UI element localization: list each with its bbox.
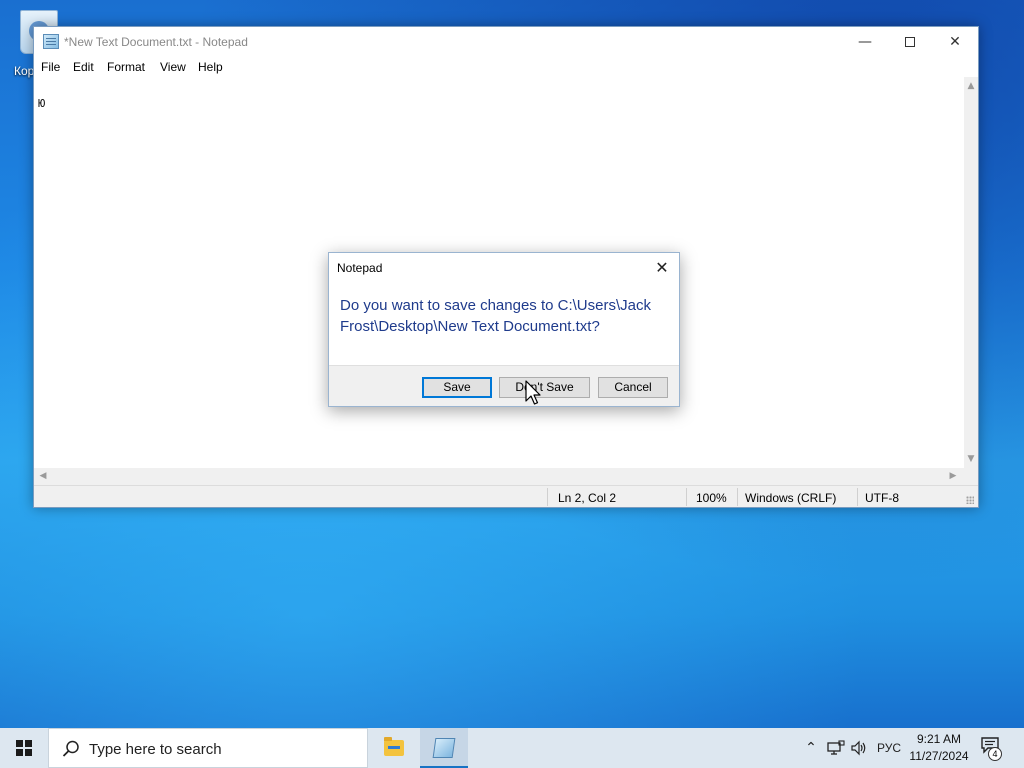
scroll-corner — [964, 468, 978, 485]
mouse-cursor-icon — [525, 380, 541, 405]
clock-time: 9:21 AM — [916, 732, 962, 746]
clock[interactable]: 9:21 AM 11/27/2024 — [906, 731, 972, 765]
show-hidden-icons-button[interactable]: ⌃ — [800, 728, 822, 768]
maximize-icon — [905, 37, 915, 47]
status-divider — [547, 488, 548, 506]
status-divider — [737, 488, 738, 506]
minimize-button[interactable]: — — [842, 27, 888, 57]
notification-count-badge: 4 — [988, 747, 1002, 761]
dialog-message: Do you want to save changes to C:\Users\… — [340, 297, 651, 335]
editor-content: Ю — [38, 97, 46, 111]
menu-file[interactable]: File — [41, 60, 60, 74]
dialog-title: Notepad — [337, 261, 383, 275]
status-position: Ln 2, Col 2 — [558, 491, 617, 505]
save-changes-dialog: Notepad ✕ Do you want to save changes to… — [328, 252, 680, 407]
start-button[interactable] — [0, 728, 48, 768]
notepad-icon — [43, 34, 59, 49]
resize-grip[interactable] — [966, 496, 974, 504]
dialog-close-button[interactable]: ✕ — [645, 253, 679, 283]
status-encoding: UTF-8 — [865, 491, 899, 505]
scroll-left-icon[interactable]: ◀ — [36, 468, 50, 485]
menu-bar: File Edit Format View Help — [34, 57, 978, 77]
folder-icon — [384, 737, 404, 756]
menu-format[interactable]: Format — [107, 60, 145, 74]
search-icon — [62, 740, 79, 757]
scroll-up-icon[interactable]: ▲ — [964, 79, 978, 93]
search-box[interactable]: Type here to search — [48, 728, 368, 768]
input-language-indicator[interactable]: РУС — [872, 728, 906, 768]
taskbar: Type here to search ⌃ РУС 9:21 AM 11/27/… — [0, 728, 1024, 768]
windows-logo-icon — [16, 740, 32, 756]
status-zoom: 100% — [696, 491, 727, 505]
taskbar-notepad[interactable] — [420, 728, 468, 768]
taskbar-file-explorer[interactable] — [370, 728, 418, 768]
dialog-button-bar: Save Don't Save Cancel — [329, 365, 679, 406]
volume-icon[interactable] — [848, 728, 870, 768]
scroll-down-icon[interactable]: ▼ — [964, 452, 978, 466]
menu-help[interactable]: Help — [198, 60, 223, 74]
title-bar[interactable]: *New Text Document.txt - Notepad — ✕ — [34, 27, 978, 57]
horizontal-scrollbar[interactable]: ◀ ▶ — [34, 468, 964, 485]
scroll-right-icon[interactable]: ▶ — [946, 468, 960, 485]
close-button[interactable]: ✕ — [932, 27, 978, 57]
menu-view[interactable]: View — [160, 60, 186, 74]
notepad-icon — [432, 738, 456, 758]
dont-save-button[interactable]: Don't Save — [499, 377, 590, 398]
save-button[interactable]: Save — [422, 377, 492, 398]
desktop-icon-label: Кор — [14, 64, 35, 78]
status-line-ending: Windows (CRLF) — [745, 491, 837, 505]
cancel-button[interactable]: Cancel — [598, 377, 668, 398]
status-divider — [857, 488, 858, 506]
vertical-scrollbar[interactable]: ▲ ▼ — [964, 77, 978, 468]
menu-edit[interactable]: Edit — [73, 60, 94, 74]
clock-date: 11/27/2024 — [909, 749, 969, 763]
window-title: *New Text Document.txt - Notepad — [64, 35, 248, 49]
status-divider — [686, 488, 687, 506]
network-icon[interactable] — [824, 728, 848, 768]
status-bar: Ln 2, Col 2 100% Windows (CRLF) UTF-8 — [34, 485, 978, 507]
search-placeholder: Type here to search — [89, 741, 222, 758]
maximize-button[interactable] — [887, 27, 933, 57]
